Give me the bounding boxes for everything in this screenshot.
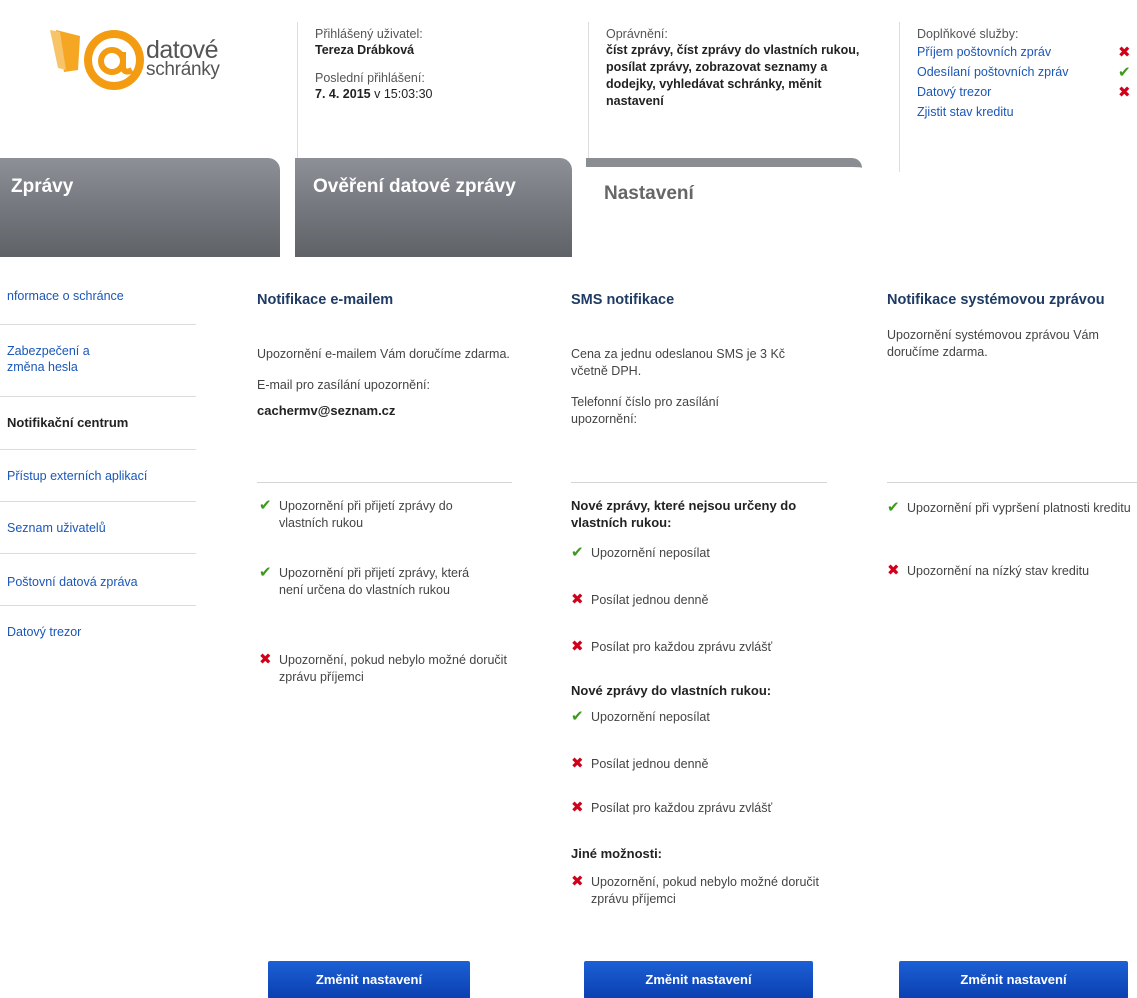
option-label: Upozornění neposílat [591, 710, 710, 724]
sidebar-item-external-apps[interactable]: Přístup externích aplikací [0, 450, 196, 502]
divider [887, 482, 1137, 483]
sms-option[interactable]: ✖ Posílat pro každou zprávu zvlášť [571, 800, 772, 817]
sidebar-item-data-vault[interactable]: Datový trezor [0, 606, 196, 640]
sms-option[interactable]: ✔ Upozornění neposílat [571, 709, 710, 726]
sms-notification-column: SMS notifikace Cena za jednu odeslanou S… [571, 290, 827, 428]
email-desc: Upozornění e-mailem Vám doručíme zdarma. [257, 347, 510, 361]
sms-option[interactable]: ✖ Posílat jednou denně [571, 592, 708, 609]
option-label: Posílat pro každou zprávu zvlášť [591, 801, 773, 815]
system-option-credit-expire[interactable]: ✔ Upozornění při vypršení platnosti kred… [887, 500, 1137, 517]
divider [257, 482, 512, 483]
sms-title: SMS notifikace [571, 292, 675, 308]
system-change-settings-button[interactable]: Změnit nastavení [899, 961, 1128, 998]
sms-change-settings-button[interactable]: Změnit nastavení [584, 961, 813, 998]
last-login-value: 7. 4. 2015 v 15:03:30 [315, 87, 433, 101]
last-login-label: Poslední přihlášení: [315, 71, 425, 85]
sms-desc: Cena za jednu odeslanou SMS je 3 Kč včet… [571, 347, 786, 378]
email-option-undelivered[interactable]: ✖ Upozornění, pokud nebylo možné doručit… [259, 652, 509, 686]
email-addr-label: E-mail pro zasílání upozornění: [257, 378, 431, 392]
system-title: Notifikace systémovou zprávou [887, 292, 1105, 308]
check-icon: ✔ [259, 564, 272, 581]
email-option-personal[interactable]: ✔ Upozornění při přijetí zprávy do vlast… [259, 498, 489, 532]
tab-verify-message[interactable]: Ověření datové zprávy [295, 158, 572, 257]
sms-phone-label: Telefonní číslo pro zasílání upozornění: [571, 395, 719, 426]
permissions-value: číst zprávy, číst zprávy do vlastních ru… [606, 43, 860, 108]
system-notification-column: Notifikace systémovou zprávou Upozornění… [887, 290, 1137, 361]
email-address: cachermv@seznam.cz [257, 403, 396, 418]
service-link-vault[interactable]: Datový trezor [917, 85, 991, 99]
services-info: Doplňkové služby: Příjem poštovních zprá… [899, 22, 1137, 172]
option-label: Upozornění, pokud nebylo možné doručit z… [279, 653, 507, 684]
option-label: Upozornění neposílat [591, 546, 710, 560]
permissions-label: Oprávnění: [606, 27, 668, 41]
user-label: Přihlášený uživatel: [315, 27, 423, 41]
sms-option[interactable]: ✖ Upozornění, pokud nebylo možné doručit… [571, 874, 821, 908]
tab-settings[interactable]: Nastavení [586, 158, 862, 257]
sms-group-other-heading: Jiné možnosti: [571, 846, 663, 861]
system-option-low-credit[interactable]: ✖ Upozornění na nízký stav kreditu [887, 563, 1137, 580]
system-desc: Upozornění systémovou zprávou Vám doručí… [887, 328, 1099, 359]
cross-icon: ✖ [1118, 84, 1131, 101]
cross-icon: ✖ [1118, 44, 1131, 61]
divider [571, 482, 827, 483]
option-label: Upozornění při přijetí zprávy, která nen… [279, 566, 470, 597]
option-label: Posílat jednou denně [591, 593, 709, 607]
tab-messages[interactable]: Zprávy [0, 158, 280, 257]
sidebar-item-box-info[interactable]: nformace o schránce [0, 272, 196, 325]
email-change-settings-button[interactable]: Změnit nastavení [268, 961, 470, 998]
service-row-postal-send: Odesílaní poštovních zpráv ✔ [917, 62, 1137, 82]
cross-icon: ✖ [259, 651, 272, 668]
cross-icon: ✖ [571, 755, 584, 772]
services-label: Doplňkové služby: [917, 27, 1019, 41]
sidebar-item-notification-center[interactable]: Notifikační centrum [0, 397, 196, 450]
sidebar-item-users[interactable]: Seznam uživatelů [0, 502, 196, 554]
sidebar-item-security[interactable]: Zabezpečení a změna hesla [0, 325, 120, 396]
check-icon: ✔ [259, 497, 272, 514]
user-name: Tereza Drábková [315, 43, 415, 57]
sms-option[interactable]: ✖ Posílat pro každou zprávu zvlášť [571, 639, 772, 656]
logo-line2: schránky [146, 59, 220, 80]
check-icon: ✔ [571, 544, 584, 561]
service-row-vault: Datový trezor ✖ [917, 82, 1137, 102]
email-notification-column: Notifikace e-mailem Upozornění e-mailem … [257, 290, 512, 418]
service-link-postal-send[interactable]: Odesílaní poštovních zpráv [917, 65, 1068, 79]
cross-icon: ✖ [571, 638, 584, 655]
settings-sidebar: nformace o schránce Zabezpečení a změna … [0, 272, 196, 640]
check-icon: ✔ [887, 499, 900, 516]
service-link-credit[interactable]: Zjistit stav kreditu [917, 105, 1014, 119]
option-label: Posílat jednou denně [591, 757, 709, 771]
check-icon: ✔ [571, 708, 584, 725]
datove-schranky-logo[interactable]: datové schránky [46, 22, 236, 102]
user-info: Přihlášený uživatel: Tereza Drábková Pos… [297, 22, 575, 172]
email-title: Notifikace e-mailem [257, 292, 394, 308]
option-label: Upozornění na nízký stav kreditu [907, 564, 1090, 578]
option-label: Posílat pro každou zprávu zvlášť [591, 640, 773, 654]
cross-icon: ✖ [887, 562, 900, 579]
option-label: Upozornění, pokud nebylo možné doručit z… [591, 875, 819, 906]
email-option-nonpersonal[interactable]: ✔ Upozornění při přijetí zprávy, která n… [259, 565, 489, 599]
at-sign-logo-icon [50, 30, 144, 90]
sms-option[interactable]: ✔ Upozornění neposílat [571, 545, 710, 562]
service-row-postal-receive: Příjem poštovních zpráv ✖ [917, 42, 1137, 62]
permissions-info: Oprávnění: číst zprávy, číst zprávy do v… [588, 22, 888, 172]
option-label: Upozornění při přijetí zprávy do vlastní… [279, 499, 453, 530]
check-icon: ✔ [1118, 64, 1131, 81]
cross-icon: ✖ [571, 873, 584, 890]
sms-group-nonpersonal-heading: Nové zprávy, které nejsou určeny do vlas… [571, 498, 797, 530]
cross-icon: ✖ [571, 799, 584, 816]
service-link-postal-receive[interactable]: Příjem poštovních zpráv [917, 45, 1051, 59]
sidebar-item-postal-message[interactable]: Poštovní datová zpráva [0, 554, 196, 606]
cross-icon: ✖ [571, 591, 584, 608]
option-label: Upozornění při vypršení platnosti kredit… [907, 501, 1131, 515]
sms-group-personal-heading: Nové zprávy do vlastních rukou: [571, 683, 772, 698]
service-row-credit: Zjistit stav kreditu [917, 102, 1137, 122]
sms-option[interactable]: ✖ Posílat jednou denně [571, 756, 708, 773]
